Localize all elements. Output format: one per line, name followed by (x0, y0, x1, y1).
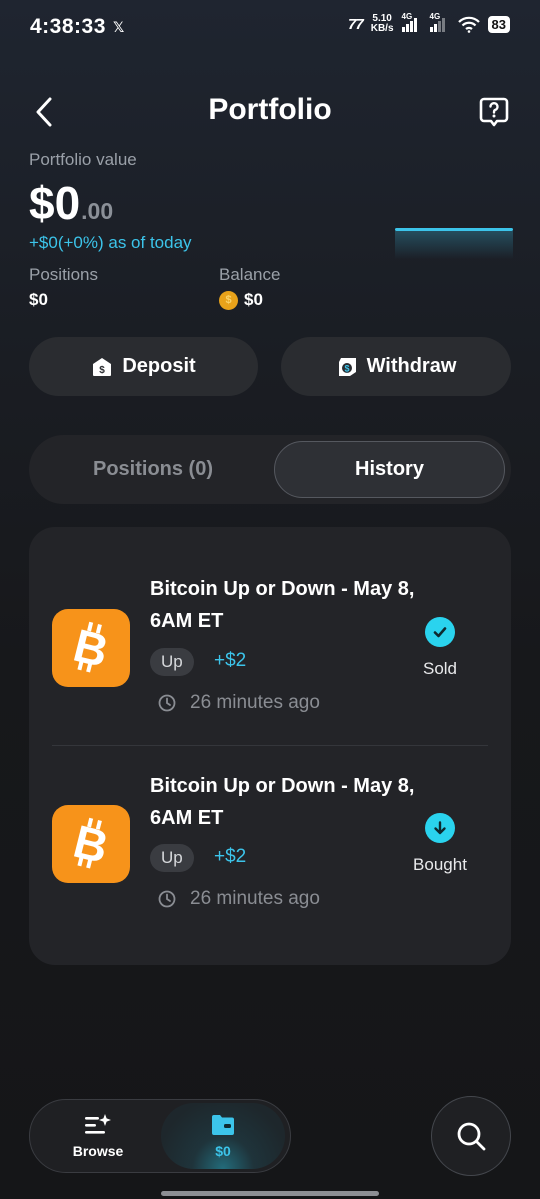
portfolio-sparkline (395, 228, 513, 259)
check-icon (425, 617, 455, 647)
arrow-down-icon (425, 813, 455, 843)
history-item-status-text: Sold (422, 659, 458, 678)
battery-indicator: 83 (487, 15, 510, 33)
history-item-status-text: Bought (413, 855, 467, 874)
history-item-time-text: 26 minutes ago (190, 692, 320, 713)
sim2-label: 4G (429, 12, 441, 21)
outcome-badge: Up (150, 844, 194, 872)
history-item-amount: +$2 (214, 650, 247, 671)
carrier-icon: 77 (348, 15, 364, 33)
clock-icon (158, 694, 176, 712)
portfolio-value-label: Portfolio value (29, 150, 137, 169)
help-question-icon (479, 97, 509, 127)
deposit-icon: $ (93, 357, 112, 376)
search-icon (457, 1122, 486, 1151)
balance-label: Balance (219, 265, 281, 284)
deposit-label: Deposit (122, 355, 196, 377)
history-item[interactable]: B Bitcoin Up or Down - May 8, 6AM ET Up … (29, 549, 511, 745)
signal-sim2-icon: 4G (429, 12, 450, 32)
wallet-icon (212, 1115, 234, 1135)
tab-positions[interactable]: Positions (0) (35, 441, 271, 498)
history-item-title: Bitcoin Up or Down - May 8, 6AM ET (150, 775, 415, 829)
positions-value-text: $0 (29, 290, 48, 309)
nav-browse-label: Browse (72, 1143, 124, 1159)
clock-icon (158, 890, 176, 908)
sim1-label: 4G (401, 12, 413, 21)
signal-sim1-icon: 4G (401, 12, 422, 32)
network-speed: 5.10 KB/s (371, 14, 394, 34)
portfolio-change: +$0(+0%) as of today (29, 233, 192, 252)
bitcoin-icon: B (52, 609, 130, 687)
network-speed-unit: KB/s (370, 23, 394, 34)
wifi-icon (457, 16, 480, 33)
portfolio-value-main: $0 (29, 177, 81, 229)
withdraw-icon: $ (338, 357, 356, 376)
coin-icon (219, 290, 238, 310)
nav-portfolio[interactable]: $0 (161, 1103, 285, 1169)
svg-text:$: $ (344, 363, 349, 373)
history-item-amount: +$2 (214, 846, 247, 867)
portfolio-screen: 4:38:33 𝕏 77 5.10 KB/s 4G 4G 83 Portfoli… (0, 0, 540, 1199)
history-item-status: Sold (395, 617, 485, 679)
history-item-time: 26 minutes ago (158, 888, 320, 910)
svg-text:$: $ (100, 365, 106, 376)
status-time: 4:38:33 (30, 15, 106, 38)
nav-portfolio-label: $0 (215, 1143, 231, 1159)
browse-icon (85, 1114, 111, 1134)
withdraw-button[interactable]: $ Withdraw (281, 337, 511, 396)
balance-value: $0 (219, 290, 263, 310)
x-logo-icon: 𝕏 (113, 19, 125, 35)
bitcoin-icon: B (52, 805, 130, 883)
portfolio-value-amount: $0.00 (29, 176, 113, 230)
tab-history[interactable]: History (274, 441, 505, 498)
page-title: Portfolio (208, 93, 332, 126)
history-list: B Bitcoin Up or Down - May 8, 6AM ET Up … (29, 527, 511, 965)
status-bar: 4:38:33 𝕏 77 5.10 KB/s 4G 4G 83 (0, 0, 540, 58)
portfolio-tabs: Positions (0) History (29, 435, 511, 504)
bottom-nav: Browse $0 (29, 1099, 291, 1173)
positions-value: $0 (29, 290, 48, 310)
help-button[interactable] (478, 96, 510, 128)
positions-label: Positions (29, 265, 98, 284)
history-item-title: Bitcoin Up or Down - May 8, 6AM ET (150, 578, 415, 632)
home-indicator[interactable] (161, 1191, 379, 1196)
balance-value-text: $0 (244, 290, 263, 309)
portfolio-value-cents: .00 (81, 198, 114, 224)
outcome-badge: Up (150, 648, 194, 676)
withdraw-label: Withdraw (366, 355, 457, 377)
history-item-time: 26 minutes ago (158, 692, 320, 714)
search-button[interactable] (431, 1096, 511, 1176)
history-item-time-text: 26 minutes ago (190, 888, 320, 909)
deposit-button[interactable]: $ Deposit (29, 337, 258, 396)
nav-browse[interactable]: Browse (38, 1100, 158, 1172)
history-item-status: Bought (395, 813, 485, 875)
history-item[interactable]: B Bitcoin Up or Down - May 8, 6AM ET Up … (29, 746, 511, 942)
status-icons: 77 5.10 KB/s 4G 4G 83 (348, 12, 510, 34)
